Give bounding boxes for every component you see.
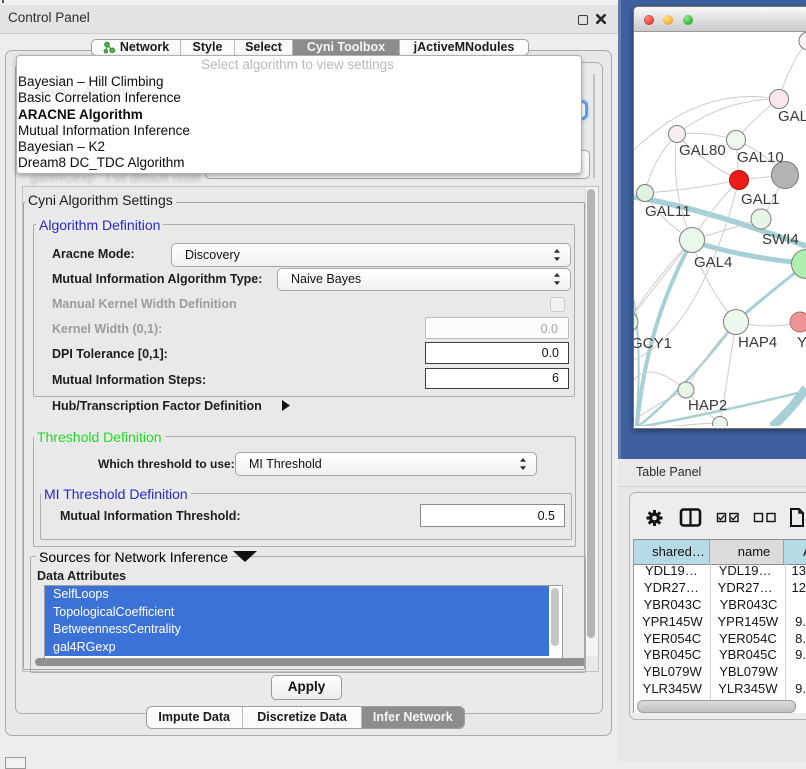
svg-text:GAL11: GAL11 [645,203,691,220]
svg-text:HAP2: HAP2 [688,397,727,414]
svg-text:GAL1: GAL1 [741,191,779,208]
svg-text:GAL4: GAL4 [694,254,732,271]
svg-text:HAP4: HAP4 [738,334,777,351]
svg-text:GAL2: GAL2 [778,108,806,125]
svg-text:GCY1: GCY1 [634,335,672,352]
svg-text:GAL80: GAL80 [679,142,726,159]
svg-text:GAL10: GAL10 [737,149,784,166]
svg-text:SWI4: SWI4 [762,231,799,248]
svg-text:Y: Y [797,334,806,351]
